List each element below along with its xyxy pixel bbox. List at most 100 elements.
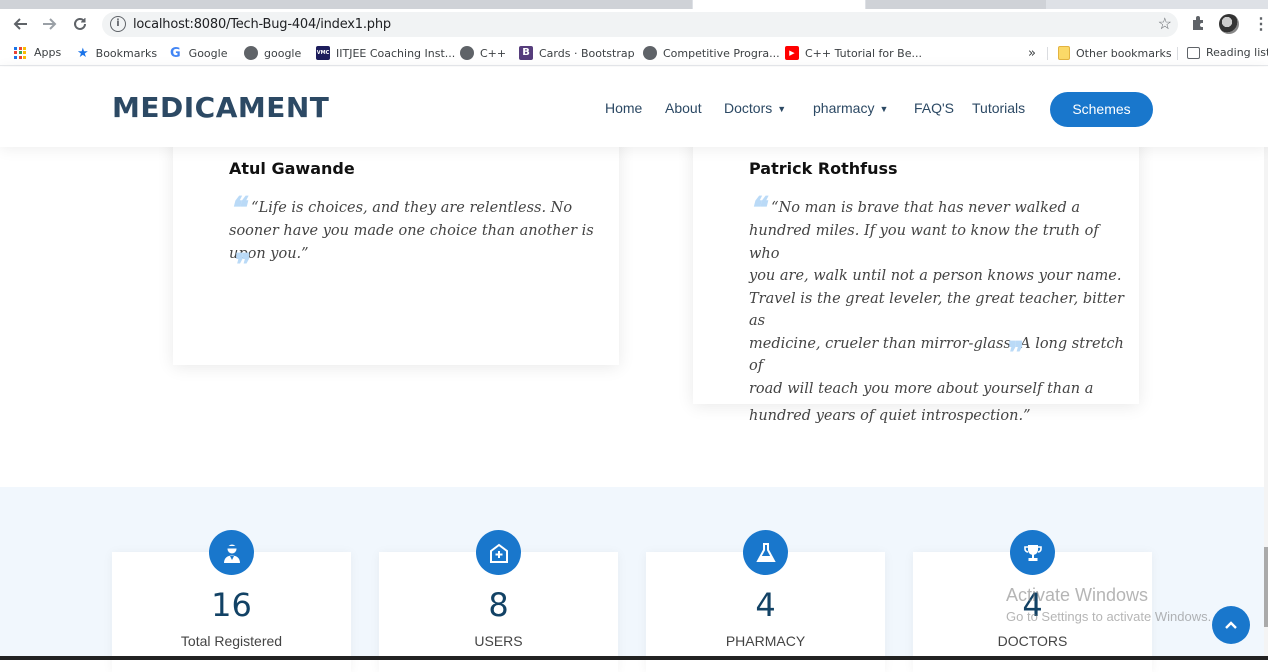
testimonial-quote: ❝ “Life is choices, and they are relentle… [229, 194, 599, 265]
profile-avatar[interactable] [1219, 14, 1239, 34]
count-box-users: 8 USERS [379, 530, 618, 672]
activate-windows-subtitle: Go to Settings to activate Windows. [1006, 609, 1212, 624]
vmc-icon: VMC [316, 46, 330, 60]
bookmark-label: google [264, 46, 302, 60]
count-value: 16 [211, 586, 252, 624]
bookmark-google-lower[interactable]: google [244, 46, 301, 60]
quote-open-icon: ❝ [229, 191, 246, 226]
forward-arrow-icon[interactable] [38, 13, 62, 35]
site-logo[interactable]: MEDICAMENT [112, 91, 329, 124]
bookmark-competitive[interactable]: Competitive Progra... [643, 46, 780, 60]
count-value: 4 [755, 586, 776, 624]
quote-close-icon: ❞ [1008, 336, 1025, 371]
quote-line: ❝ “No man is brave that has never walked … [749, 191, 1080, 226]
nav-pharmacy-dropdown[interactable]: pharmacy ▼ [813, 100, 888, 116]
testimonial-author: Atul Gawande [229, 159, 355, 178]
reading-list[interactable]: Reading list [1187, 46, 1268, 59]
back-arrow-icon[interactable] [8, 13, 32, 35]
bookmarks-bar: Apps ★ Bookmarks G Google google VMC IIT… [0, 40, 1268, 66]
page-scrollbar[interactable] [1264, 67, 1268, 656]
nav-label: Home [605, 100, 643, 116]
kebab-menu-icon[interactable]: ⋮ [1253, 14, 1268, 34]
extensions-puzzle-icon[interactable] [1190, 15, 1206, 35]
url-text[interactable]: localhost:8080/Tech-Bug-404/index1.php [133, 17, 391, 32]
site-info-icon[interactable]: i [110, 16, 126, 32]
browser-tab-active[interactable] [693, 0, 865, 9]
bookmark-star-icon[interactable]: ☆ [1158, 14, 1172, 34]
flask-icon [743, 530, 788, 575]
nav-label: Doctors [724, 100, 773, 116]
apps-grid-icon [14, 46, 26, 59]
count-box-pharmacy: 4 PHARMACY [646, 530, 885, 672]
scrollbar-thumb[interactable] [1264, 547, 1268, 627]
chevron-up-icon [1225, 621, 1237, 629]
bookmark-label: Google [188, 47, 228, 60]
count-value: 8 [488, 586, 509, 624]
bookmarks-overflow-chevron[interactable]: » [1028, 46, 1036, 61]
quote-line: you are, walk until not a person knows y… [749, 268, 1122, 284]
nav-home[interactable]: Home [605, 100, 642, 116]
bookmark-label: Apps [34, 46, 62, 59]
bookmark-apps[interactable]: Apps [14, 46, 61, 59]
count-label: PHARMACY [725, 633, 806, 649]
globe-icon [460, 46, 474, 60]
nav-label: pharmacy [813, 100, 875, 116]
nav-label: Tutorials [972, 100, 1026, 116]
reading-list-icon [1187, 46, 1200, 59]
bookmark-cpp[interactable]: C++ [460, 46, 506, 60]
browser-toolbar: i localhost:8080/Tech-Bug-404/index1.php… [0, 9, 1268, 40]
counts-section: 16 Total Registered 8 USERS 4 PHARMACY 4… [0, 487, 1268, 672]
chevron-down-icon: ▼ [879, 104, 889, 114]
back-to-top-button[interactable] [1212, 606, 1250, 644]
bookmark-label: Cards · Bootstrap [539, 46, 635, 60]
quote-line: Travel is the great leveler, the great t… [749, 290, 1124, 330]
count-box-total: 16 Total Registered [112, 530, 351, 672]
site-header: MEDICAMENT Home About Doctors ▼ pharmacy ▼… [0, 67, 1268, 147]
trophy-icon [1010, 530, 1055, 575]
bookmark-bookmarks[interactable]: ★ Bookmarks [77, 46, 157, 61]
quote-line: hundred miles. If you want to know the t… [749, 223, 1099, 262]
count-label: USERS [474, 633, 523, 649]
doctor-icon [209, 530, 254, 575]
schemes-button[interactable]: Schemes [1050, 92, 1153, 127]
hospital-icon [476, 530, 521, 575]
testimonial-quote: ❝ “No man is brave that has never walked … [749, 191, 1129, 428]
bookmark-label: Other bookmarks [1076, 46, 1172, 60]
youtube-icon: ▶ [785, 46, 799, 60]
bookmark-cpp-tutorial[interactable]: ▶ C++ Tutorial for Be... [785, 46, 922, 60]
google-icon: G [170, 46, 181, 61]
bookmark-iitjee[interactable]: VMC IITJEE Coaching Inst... [316, 46, 455, 60]
browser-tabstrip [0, 0, 1268, 9]
nav-faqs[interactable]: FAQ'S [914, 100, 954, 116]
nav-tutorials[interactable]: Tutorials [972, 100, 1025, 116]
reload-icon[interactable] [68, 13, 92, 35]
star-icon: ★ [77, 46, 89, 61]
bookmark-cards-bootstrap[interactable]: B Cards · Bootstrap [519, 46, 635, 60]
address-bar[interactable]: i localhost:8080/Tech-Bug-404/index1.php… [102, 12, 1178, 37]
globe-icon [643, 46, 657, 60]
bookmarks-divider [1177, 47, 1178, 60]
quote-line: medicine, crueler than mirror-glass. A l… [749, 335, 1124, 375]
activate-windows-title: Activate Windows [1006, 585, 1149, 605]
bookmark-label: IITJEE Coaching Inst... [336, 46, 456, 60]
nav-label: About [665, 100, 702, 116]
bookmark-label: C++ Tutorial for Be... [805, 46, 922, 60]
bookmark-label: Bookmarks [95, 47, 158, 60]
quote-line: hundred years of quiet introspection.” [749, 408, 1031, 424]
browser-tab-inactive[interactable] [866, 0, 1046, 9]
quote-close-icon: ❞ [235, 248, 252, 283]
count-label: DOCTORS [997, 633, 1068, 649]
bookmark-label: Competitive Progra... [663, 46, 780, 60]
bookmarks-divider [1047, 47, 1048, 60]
nav-about[interactable]: About [665, 100, 702, 116]
quote-line: road will teach you more about yourself … [749, 380, 1094, 397]
bookmark-google[interactable]: G Google [170, 46, 227, 61]
bookmark-other[interactable]: Other bookmarks [1058, 46, 1172, 60]
globe-icon [244, 46, 258, 60]
bookmark-label: Reading list [1206, 46, 1268, 59]
browser-tab-inactive[interactable] [0, 0, 692, 9]
chevron-down-icon: ▼ [777, 104, 787, 114]
testimonial-quote-text: “Life is choices, and they are relentles… [229, 200, 594, 262]
nav-doctors-dropdown[interactable]: Doctors ▼ [724, 100, 786, 116]
folder-icon [1058, 46, 1070, 60]
